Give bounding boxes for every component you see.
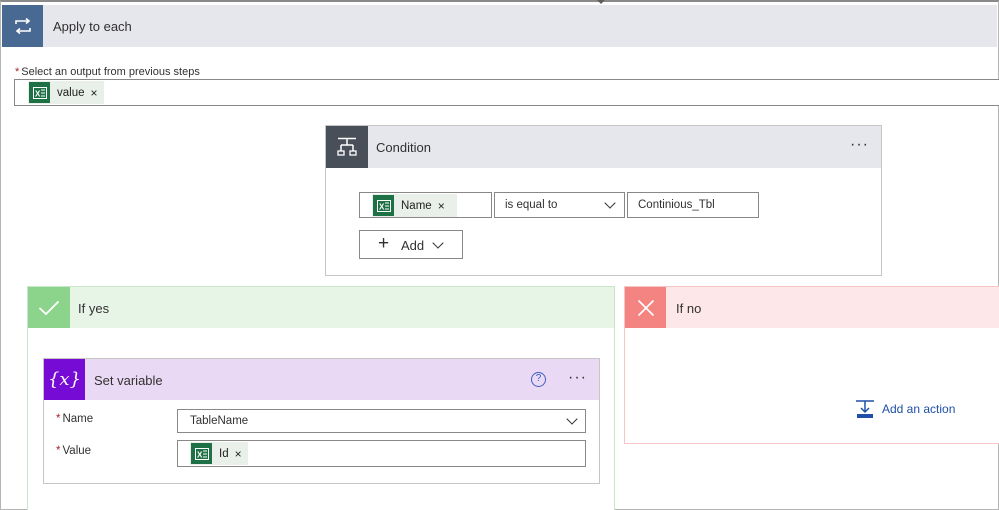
checkmark-icon [28,287,70,328]
chevron-down-icon [432,237,444,249]
condition-right-operand[interactable]: Continious_Tbl [627,192,759,218]
required-mark: * [56,413,61,425]
name-token-label: Name [401,199,432,212]
set-variable-more-icon[interactable]: ··· [568,369,587,387]
value-field-label: * Value [56,445,91,457]
name-field-label-text: Name [62,413,94,425]
if-no-header[interactable]: If no [625,287,999,328]
if-yes-title: If yes [78,301,110,316]
set-variable-card: {x} Set variable ? ··· * Name TableName *… [43,358,600,484]
variable-name-dropdown[interactable]: TableName [177,409,586,433]
close-icon [625,287,666,328]
set-variable-title: Set variable [94,373,163,388]
remove-token-icon[interactable]: × [235,447,242,461]
add-an-action-label: Add an action [882,402,956,416]
value-field-label-text: Value [62,445,92,457]
required-mark: * [56,445,61,457]
condition-more-icon[interactable]: ··· [850,136,869,154]
name-token[interactable]: X Name × [372,194,457,217]
svg-text:X: X [35,89,41,98]
apply-to-each-title: Apply to each [53,19,132,34]
condition-left-operand[interactable]: X Name × [359,192,492,218]
operator-value: is equal to [505,199,558,211]
svg-text:X: X [379,202,385,211]
value-token[interactable]: X value × [28,81,104,104]
value-token-label: value [57,86,85,99]
condition-icon [326,126,368,168]
loop-icon [2,5,43,47]
excel-icon: X [191,443,212,464]
chevron-down-icon [604,197,616,209]
collapse-caret-icon[interactable] [597,0,605,4]
required-mark: * [15,66,20,78]
add-condition-button[interactable]: + Add [359,230,463,259]
add-action-icon [856,400,874,418]
output-input[interactable]: X value × [14,79,999,106]
add-an-action-button[interactable]: Add an action [855,399,955,419]
apply-to-each-header[interactable]: Apply to each [2,5,997,47]
condition-card: Condition ··· X Name × is equal to Conti… [325,125,882,276]
svg-text:X: X [197,450,203,459]
plus-icon: + [378,233,390,254]
condition-title: Condition [376,140,431,155]
name-field-label: * Name [56,413,93,425]
if-no-title: If no [676,301,702,316]
if-no-branch: If no [624,286,999,444]
variable-icon: {x} [44,359,85,400]
set-variable-header[interactable]: {x} Set variable ? ··· [44,359,599,400]
excel-icon: X [373,195,394,216]
id-token[interactable]: X Id × [190,442,248,465]
help-icon[interactable]: ? [531,372,546,387]
remove-token-icon[interactable]: × [438,199,445,213]
chevron-down-icon [566,413,578,425]
condition-header[interactable]: Condition ··· [326,126,881,168]
excel-icon: X [29,82,50,103]
right-operand-value: Continious_Tbl [638,199,715,211]
if-yes-header[interactable]: If yes [28,287,614,328]
add-button-label: Add [401,238,425,253]
output-field-label: * Select an output from previous steps [15,66,200,78]
variable-value-input[interactable]: X Id × [177,440,586,467]
remove-token-icon[interactable]: × [91,86,98,100]
variable-name-value: TableName [190,415,249,427]
output-field-label-text: Select an output from previous steps [21,66,200,78]
condition-operator-dropdown[interactable]: is equal to [494,192,625,218]
id-token-label: Id [219,447,229,460]
